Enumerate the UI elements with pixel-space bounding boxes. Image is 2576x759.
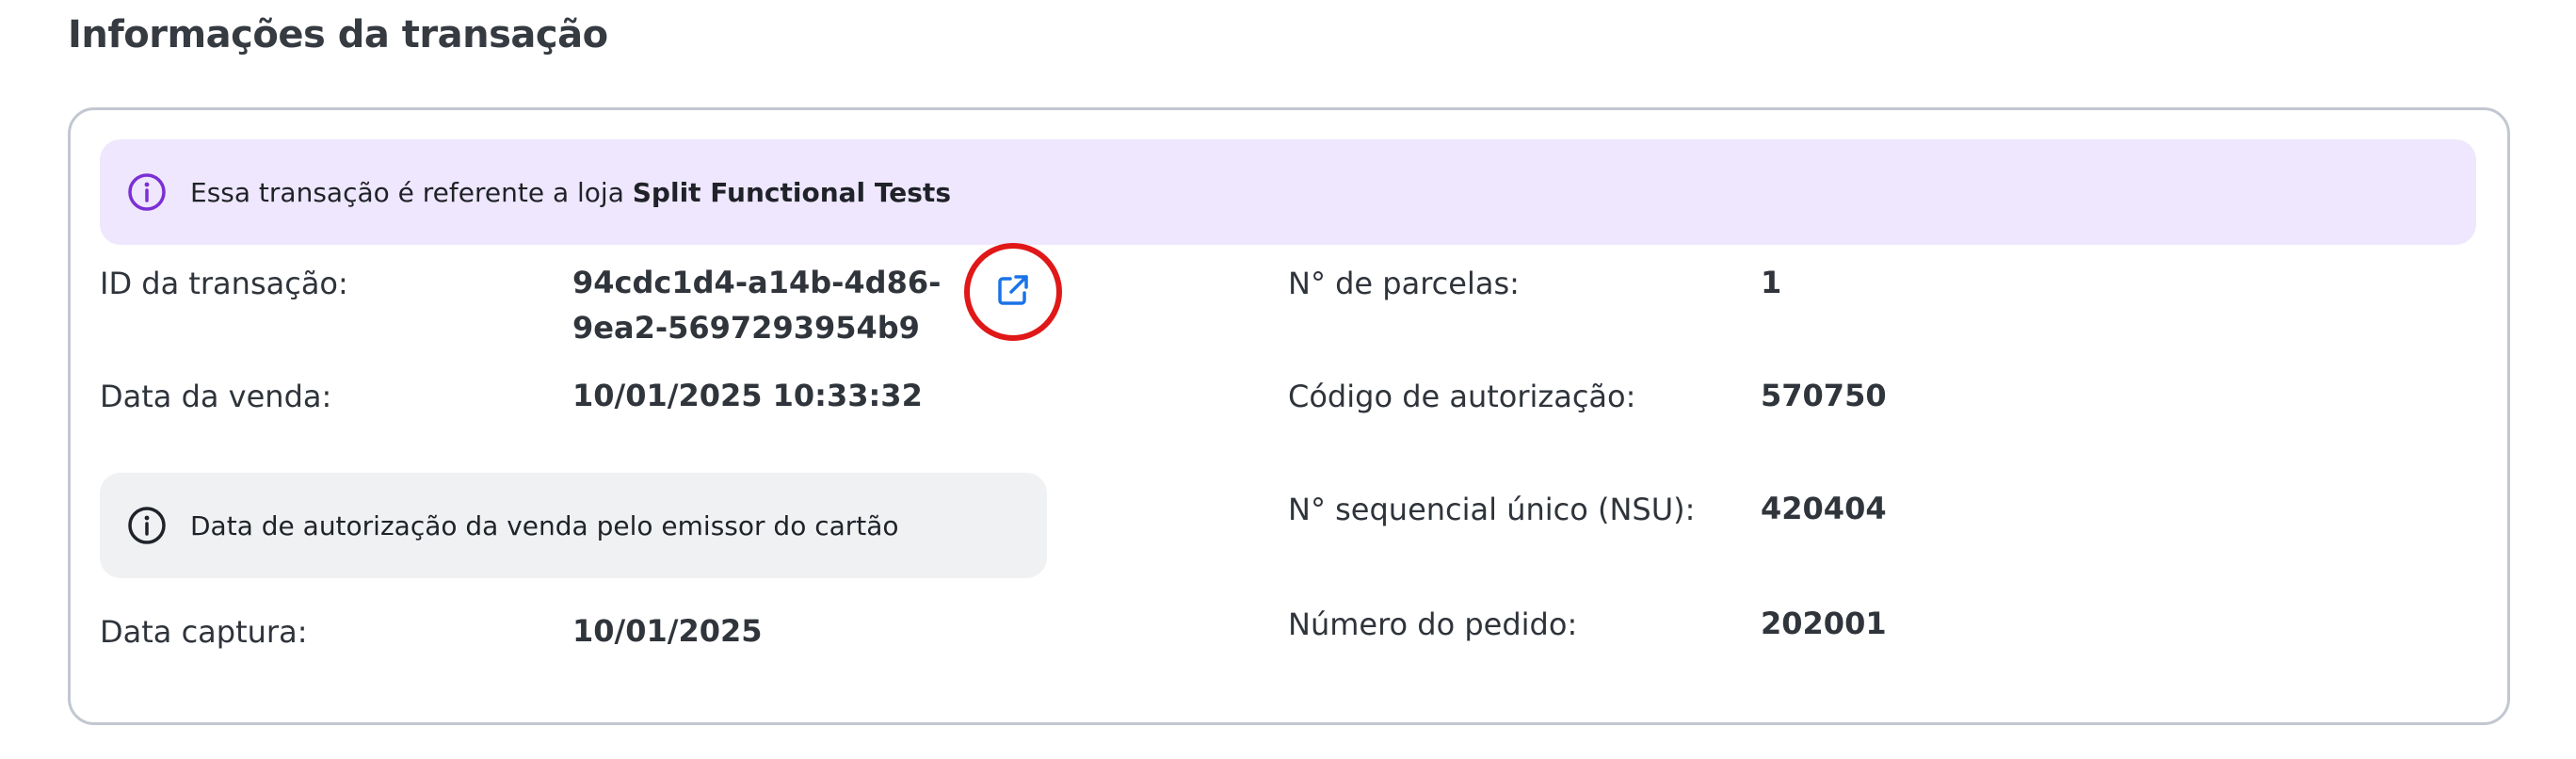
authorization-info-banner: Data de autorização da venda pelo emisso… [100,473,1047,578]
external-link-icon [994,271,1032,313]
store-banner-prefix: Essa transação é referente a loja [190,176,633,208]
installments-label: N° de parcelas: [1288,266,1520,301]
sale-date-value: 10/01/2025 10:33:32 [572,378,923,413]
capture-date-label: Data captura: [100,614,308,650]
sale-date-label: Data da venda: [100,379,332,414]
store-banner-text: Essa transação é referente a loja Split … [190,177,951,208]
installments-value: 1 [1761,265,1782,300]
order-number-label: Número do pedido: [1288,606,1578,642]
transaction-id-label: ID da transação: [100,266,348,301]
transaction-id-value: 94cdc1d4-a14b-4d86- 9ea2-5697293954b9 [572,260,941,350]
nsu-label: N° sequencial único (NSU): [1288,492,1696,527]
info-icon [124,170,169,215]
store-info-banner: Essa transação é referente a loja Split … [100,139,2476,245]
transaction-id-line2: 9ea2-5697293954b9 [572,310,920,346]
auth-banner-text: Data de autorização da venda pelo emisso… [190,509,899,541]
order-number-value: 202001 [1761,606,1887,641]
capture-date-value: 10/01/2025 [572,613,763,649]
info-icon [124,503,169,548]
auth-code-value: 570750 [1761,378,1887,413]
transaction-id-line1: 94cdc1d4-a14b-4d86- [572,265,942,300]
section-title: Informações da transação [68,13,608,57]
open-transaction-link-button[interactable] [964,243,1062,341]
auth-code-label: Código de autorização: [1288,379,1636,414]
nsu-value: 420404 [1761,491,1887,526]
store-name: Split Functional Tests [632,176,951,208]
